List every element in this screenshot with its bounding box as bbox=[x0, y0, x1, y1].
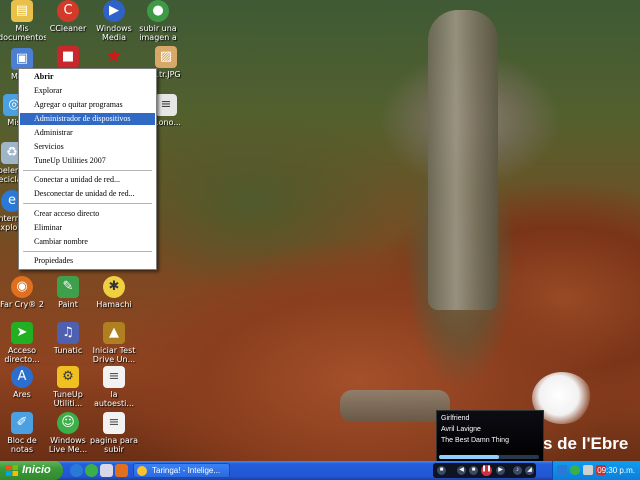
menu-item-abrir[interactable]: Abrir bbox=[20, 71, 155, 83]
ares-icon: A bbox=[11, 366, 33, 388]
menu-item-agregar-quitar[interactable]: Agregar o quitar programas bbox=[20, 99, 155, 111]
network-icon[interactable] bbox=[557, 465, 567, 475]
system-tray: 09:30 p.m. bbox=[552, 461, 640, 480]
menu-item-servicios[interactable]: Servicios bbox=[20, 141, 155, 153]
desktop-icon-bloc-de-notas[interactable]: ✐ Bloc de notas bbox=[0, 412, 46, 454]
now-playing-popup[interactable]: Girlfriend Avril Lavigne The Best Damn T… bbox=[436, 410, 544, 461]
album-name: The Best Damn Thing bbox=[441, 437, 509, 444]
menu-item-eliminar[interactable]: Eliminar bbox=[20, 222, 155, 234]
menu-separator bbox=[23, 170, 152, 171]
mute-icon[interactable]: ♪ bbox=[513, 466, 522, 475]
desktop-icon-subir-imagen[interactable]: ● subir una imagen a bbox=[134, 0, 182, 42]
show-desktop-icon[interactable] bbox=[100, 464, 113, 477]
ccleaner-icon: C bbox=[57, 0, 79, 22]
desktop-icon-test-drive[interactable]: ▲ Iniciar Test Drive Un... bbox=[90, 322, 138, 364]
desktop-icon-hamachi[interactable]: ✱ Hamachi bbox=[90, 276, 138, 309]
media-player-icon: ▶ bbox=[103, 0, 125, 22]
rock bbox=[340, 390, 450, 422]
stop-icon[interactable]: ■ bbox=[437, 466, 446, 475]
windows-flag-icon bbox=[6, 465, 18, 476]
clock[interactable]: 09:30 p.m. bbox=[597, 466, 635, 475]
desktop-icon-ccleaner[interactable]: C CCleaner bbox=[44, 0, 92, 33]
menu-item-desconectar-unidad[interactable]: Desconectar de unidad de red... bbox=[20, 188, 155, 200]
chrome-icon: ● bbox=[147, 0, 169, 22]
document-icon: ≡ bbox=[155, 94, 177, 116]
next-icon[interactable]: ▶ bbox=[496, 466, 505, 475]
text-file-icon: ≡ bbox=[103, 366, 125, 388]
desktop: s de l'Ebre ▤ Mis documentos C CCleaner … bbox=[0, 0, 640, 461]
shortcut-arrow-icon: ➤ bbox=[11, 322, 33, 344]
image-file-icon: ▨ bbox=[155, 46, 177, 68]
media-player-icon[interactable] bbox=[115, 464, 128, 477]
menu-item-administrar[interactable]: Administrar bbox=[20, 127, 155, 139]
desktop-icon-mis-documentos[interactable]: ▤ Mis documentos bbox=[0, 0, 46, 42]
desktop-icon-far-cry[interactable]: ◉ Far Cry® 2 bbox=[0, 276, 46, 309]
volume-icon[interactable] bbox=[583, 465, 593, 475]
menu-item-administrador-dispositivos[interactable]: Administrador de dispositivos bbox=[20, 113, 155, 125]
song-title: Girlfriend bbox=[441, 415, 470, 422]
branding-text: s de l'Ebre bbox=[543, 434, 629, 453]
desktop-icon-pagina-subir[interactable]: ≡ pagina para subir imag... bbox=[90, 412, 138, 455]
menu-separator bbox=[23, 203, 152, 204]
ie-icon[interactable] bbox=[70, 464, 83, 477]
prev-icon[interactable]: ◀ bbox=[457, 466, 466, 475]
notepad-icon: ✐ bbox=[11, 412, 33, 434]
menu-item-crear-acceso[interactable]: Crear acceso directo bbox=[20, 208, 155, 220]
desktop-icon-windows-live[interactable]: ☺ Windows Live Me... bbox=[44, 412, 92, 454]
volume-icon[interactable]: ◢ bbox=[525, 466, 534, 475]
context-menu: Abrir Explorar Agregar o quitar programa… bbox=[18, 68, 157, 270]
testdrive-icon: ▲ bbox=[103, 322, 125, 344]
app-icon: ■ bbox=[57, 46, 79, 68]
paint-icon: ✎ bbox=[57, 276, 79, 298]
tree-trunk bbox=[428, 10, 498, 310]
taskbar-window-taringa[interactable]: Taringa! - Intelige... bbox=[133, 463, 230, 478]
start-label: Inicio bbox=[22, 464, 51, 476]
seek-bar-fill bbox=[439, 455, 499, 459]
desktop-icon-tuneup[interactable]: ⚙ TuneUp Utiliti... bbox=[44, 366, 92, 408]
desktop-icon-tunatic[interactable]: ♫ Tunatic bbox=[44, 322, 92, 355]
menu-item-propiedades[interactable]: Propiedades bbox=[20, 255, 155, 267]
computer-icon: ▣ bbox=[11, 48, 33, 70]
browser-icon bbox=[137, 466, 147, 476]
desktop-icon-autoestima[interactable]: ≡ la autoesti... bbox=[90, 366, 138, 408]
star-icon: ★ bbox=[105, 46, 123, 67]
desktop-icon-ares[interactable]: A Ares bbox=[0, 366, 46, 399]
messenger-icon: ☺ bbox=[57, 412, 79, 434]
stop-icon[interactable]: ■ bbox=[469, 466, 478, 475]
desktop-icon-star[interactable]: ★ bbox=[90, 46, 138, 70]
farcry-icon: ◉ bbox=[11, 276, 33, 298]
seek-bar[interactable] bbox=[439, 455, 539, 459]
folder-icon: ▤ bbox=[11, 0, 33, 22]
text-file-icon: ≡ bbox=[103, 412, 125, 434]
menu-item-cambiar-nombre[interactable]: Cambiar nombre bbox=[20, 236, 155, 248]
desktop-icon-acceso-directo[interactable]: ➤ Acceso directo... bbox=[0, 322, 46, 364]
artist-name: Avril Lavigne bbox=[441, 426, 481, 433]
menu-item-conectar-unidad[interactable]: Conectar a unidad de red... bbox=[20, 174, 155, 186]
media-player-toolbar: ■ ◀ ■ ❚❚ ▶ ♪ ◢ bbox=[433, 463, 536, 478]
messenger-icon[interactable] bbox=[85, 464, 98, 477]
tuneup-icon: ⚙ bbox=[57, 366, 79, 388]
menu-item-explorar[interactable]: Explorar bbox=[20, 85, 155, 97]
desktop-icon-windows-media[interactable]: ▶ Windows Media bbox=[90, 0, 138, 42]
messenger-icon[interactable] bbox=[570, 465, 580, 475]
taskbar-window-label: Taringa! - Intelige... bbox=[152, 466, 221, 475]
desktop-icon-paint[interactable]: ✎ Paint bbox=[44, 276, 92, 309]
desktop-icon-app[interactable]: ■ bbox=[44, 46, 92, 70]
menu-item-tuneup[interactable]: TuneUp Utilities 2007 bbox=[20, 155, 155, 167]
hamachi-icon: ✱ bbox=[103, 276, 125, 298]
play-pause-icon[interactable]: ❚❚ bbox=[481, 465, 492, 476]
menu-separator bbox=[23, 251, 152, 252]
tunatic-icon: ♫ bbox=[57, 322, 79, 344]
taskbar: Inicio Taringa! - Intelige... ■ ◀ ■ ❚❚ ▶… bbox=[0, 461, 640, 480]
start-button[interactable]: Inicio bbox=[0, 461, 63, 480]
